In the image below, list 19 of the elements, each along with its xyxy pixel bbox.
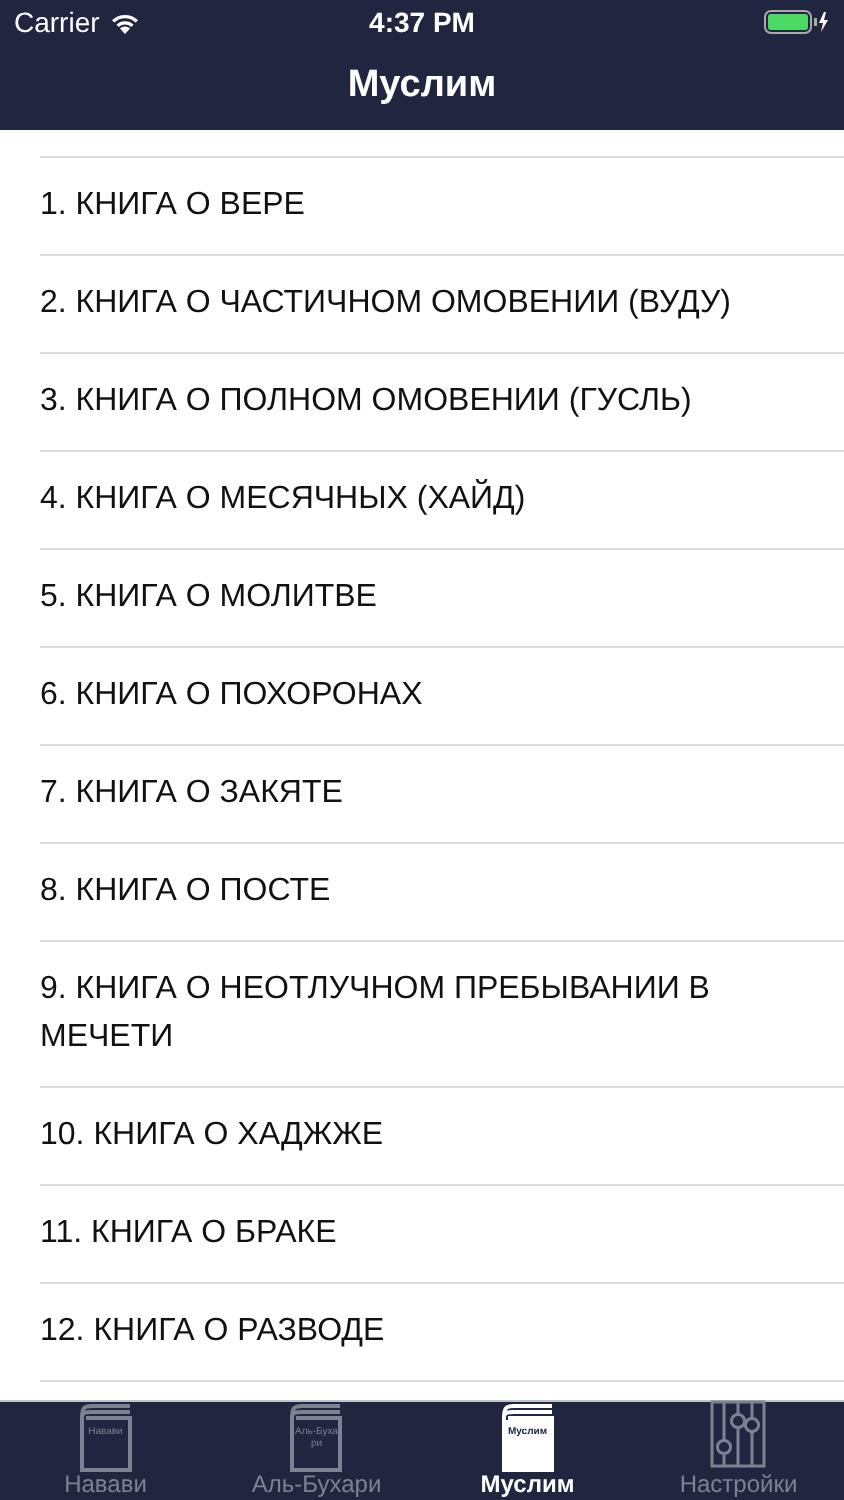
chapter-item[interactable]: 2. КНИГА О ЧАСТИЧНОМ ОМОВЕНИИ (ВУДУ) <box>40 280 760 328</box>
chapter-item[interactable]: 9. КНИГА О НЕОТЛУЧНОМ ПРЕБЫВАНИИ В МЕЧЕТИ <box>40 966 760 1062</box>
status-time: 4:37 PM <box>369 3 475 41</box>
chapter-item[interactable]: 8. КНИГА О ПОСТЕ <box>40 868 760 916</box>
chapter-item[interactable]: 5. КНИГА О МОЛИТВЕ <box>40 574 760 622</box>
chapter-item[interactable]: 6. КНИГА О ПОХОРОНАХ <box>40 672 760 720</box>
chapter-item[interactable]: 12. КНИГА О РАЗВОДЕ <box>40 1308 760 1356</box>
tab-item[interactable]: Настройки <box>633 1402 844 1500</box>
sliders-icon <box>708 1398 769 1470</box>
nav-title: Муслим <box>347 62 497 111</box>
chapter-item[interactable]: 11. КНИГА О БРАКЕ <box>40 1210 760 1258</box>
chapter-item[interactable]: 4. КНИГА О МЕСЯЧНЫХ (ХАЙД) <box>40 476 760 524</box>
battery-icon <box>763 10 830 34</box>
wifi-icon <box>109 11 140 33</box>
chapter-item[interactable]: 3. КНИГА О ПОЛНОМ ОМОВЕНИИ (ГУСЛЬ) <box>40 378 760 426</box>
chapter-item[interactable]: 7. КНИГА О ЗАКЯТЕ <box>40 770 760 818</box>
chapter-item[interactable]: 1. КНИГА О ВЕРЕ <box>40 182 760 230</box>
carrier-name: Carrier <box>14 3 100 41</box>
chapter-item[interactable]: 10. КНИГА О ХАДЖЖЕ <box>40 1112 760 1160</box>
